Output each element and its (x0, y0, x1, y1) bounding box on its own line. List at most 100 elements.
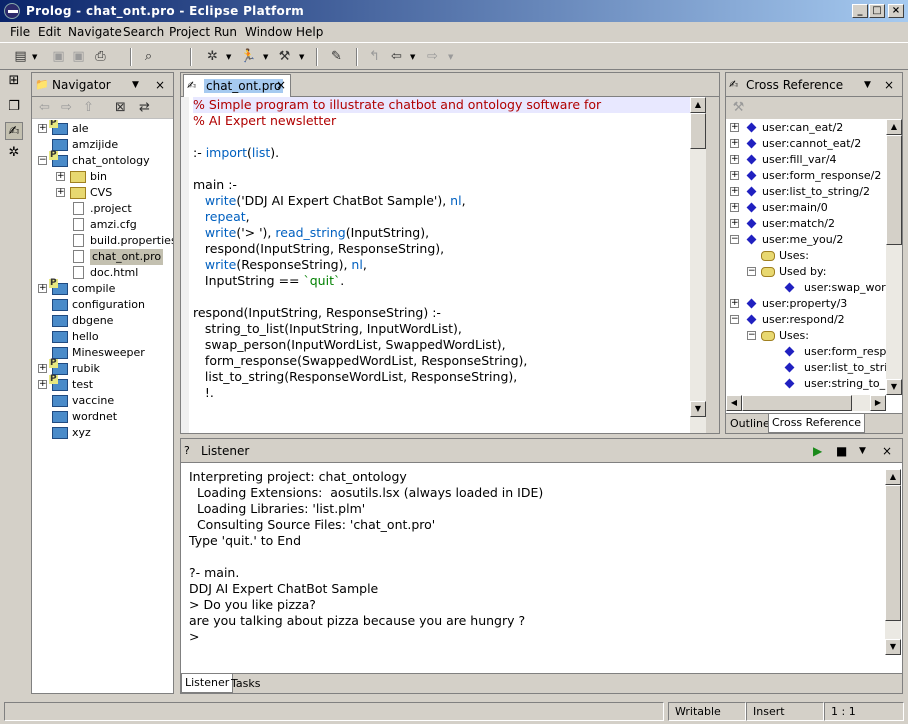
editor-vscrollbar[interactable]: ▲ ▼ (690, 97, 706, 433)
crossref-scroll-right[interactable]: ▶ (870, 395, 886, 411)
close-editor-icon[interactable]: × (276, 78, 286, 92)
listener-menu-icon[interactable]: ▼ (859, 446, 866, 456)
nav-back-icon[interactable]: ⇦ (36, 99, 53, 116)
minimize-button[interactable]: _ (852, 4, 868, 18)
menu-search[interactable]: Search (123, 25, 164, 39)
navigator-item[interactable]: + compile (32, 279, 173, 297)
menu-window[interactable]: Window (245, 25, 292, 39)
crossref-item[interactable]: + user:can_eat/2 (726, 120, 886, 136)
navigator-item[interactable]: + bin (32, 169, 173, 185)
collapse-all-icon[interactable]: ⊠ (112, 99, 129, 116)
crossref-item[interactable]: − Uses: (726, 328, 886, 344)
back-dropdown-icon[interactable]: ▼ (410, 53, 415, 61)
expand-icon[interactable]: + (38, 124, 47, 133)
brush-icon[interactable]: ✎ (328, 48, 345, 65)
navigator-item[interactable]: build.properties (32, 233, 173, 249)
crossref-item[interactable]: − Used by: (726, 264, 886, 280)
search-icon[interactable]: ⌕ (140, 48, 157, 65)
crossref-item[interactable]: user:swap_word/ (726, 280, 896, 296)
listener-console[interactable]: Interpreting project: chat_ontology Load… (189, 469, 543, 645)
expand-icon[interactable]: + (730, 299, 739, 308)
crossref-item[interactable]: user:string_to_list (726, 376, 901, 392)
listener-close-icon[interactable]: × (882, 444, 892, 458)
resource-perspective-icon[interactable]: ❐ (5, 98, 23, 116)
navigator-item[interactable]: − chat_ontology (32, 151, 173, 169)
navigator-item[interactable]: hello (32, 329, 173, 345)
close-window-button[interactable]: × (888, 4, 904, 18)
menu-help[interactable]: Help (296, 25, 323, 39)
expand-icon[interactable]: + (38, 380, 47, 389)
crossref-item[interactable]: + user:fill_var/4 (726, 152, 886, 168)
new-dropdown-icon[interactable]: ▼ (32, 53, 37, 61)
navigator-item[interactable]: .project (32, 201, 173, 217)
tab-cross-reference[interactable]: Cross Reference (768, 414, 866, 433)
menu-run[interactable]: Run (214, 25, 237, 39)
run-dropdown-icon[interactable]: ▼ (263, 53, 268, 61)
editor-content[interactable]: % Simple program to illustrate chatbot a… (181, 97, 719, 433)
crossref-vscrollbar[interactable]: ▲ ▼ (886, 119, 902, 395)
collapse-icon[interactable]: − (730, 235, 739, 244)
crossref-item[interactable]: Uses: (726, 248, 886, 264)
save-all-icon[interactable]: ▣ (70, 48, 87, 65)
navigator-item[interactable]: dbgene (32, 313, 173, 329)
expand-icon[interactable]: + (730, 187, 739, 196)
scroll-up-button[interactable]: ▲ (690, 97, 706, 113)
external-tools-dropdown-icon[interactable]: ▼ (299, 53, 304, 61)
navigator-item[interactable]: amzi.cfg (32, 217, 173, 233)
collapse-icon[interactable]: − (38, 156, 47, 165)
tab-listener[interactable]: Listener (181, 674, 234, 693)
debug-perspective-icon[interactable]: ✲ (5, 144, 23, 162)
expand-icon[interactable]: + (730, 123, 739, 132)
run-listener-icon[interactable]: ▶ (813, 444, 822, 458)
navigator-item[interactable]: + ale (32, 120, 173, 137)
crossref-item[interactable]: + user:form_response/2 (726, 168, 886, 184)
expand-icon[interactable]: + (56, 172, 65, 181)
collapse-icon[interactable]: − (747, 267, 756, 276)
listener-scroll-thumb[interactable] (885, 485, 901, 621)
crossref-scroll-left[interactable]: ◀ (726, 395, 742, 411)
debug-dropdown-icon[interactable]: ▼ (226, 53, 231, 61)
menu-navigate[interactable]: Navigate (68, 25, 122, 39)
crossref-refresh-icon[interactable]: ⚒ (730, 99, 747, 116)
collapse-icon[interactable]: − (730, 315, 739, 324)
nav-forward-icon[interactable]: ⇨ (58, 99, 75, 116)
editor-tab[interactable]: ✍ chat_ont.pro × (183, 74, 291, 97)
navigator-item[interactable]: vaccine (32, 393, 173, 409)
tab-outline[interactable]: Outline (730, 417, 770, 430)
crossref-item[interactable]: − user:respond/2 (726, 312, 886, 328)
crossref-hscrollbar[interactable]: ◀ ▶ (726, 395, 886, 411)
menu-edit[interactable]: Edit (38, 25, 61, 39)
navigator-item[interactable]: + CVS (32, 185, 173, 201)
navigator-item[interactable]: configuration (32, 297, 173, 313)
crossref-item[interactable]: + user:list_to_string/2 (726, 184, 886, 200)
tab-tasks[interactable]: Tasks (231, 677, 260, 690)
menu-file[interactable]: File (10, 25, 30, 39)
link-editor-icon[interactable]: ⇄ (136, 99, 153, 116)
view-menu-icon[interactable]: ▼ (132, 80, 139, 90)
crossref-item[interactable]: + user:main/0 (726, 200, 886, 216)
editor-text[interactable]: % Simple program to illustrate chatbot a… (193, 97, 601, 401)
expand-icon[interactable]: + (730, 139, 739, 148)
crossref-item[interactable]: + user:match/2 (726, 216, 886, 232)
print-icon[interactable]: ⎙ (92, 48, 109, 65)
menu-project[interactable]: Project (169, 25, 210, 39)
stop-listener-icon[interactable]: ■ (836, 444, 847, 458)
new-icon[interactable]: ▤ (12, 48, 29, 65)
crossref-close-icon[interactable]: × (884, 78, 894, 92)
expand-icon[interactable]: + (730, 171, 739, 180)
crossref-scroll-up[interactable]: ▲ (886, 119, 902, 135)
run-icon[interactable]: 🏃 (240, 48, 257, 65)
forward-dropdown-icon[interactable]: ▼ (448, 53, 453, 61)
navigator-item[interactable]: wordnet (32, 409, 173, 425)
crossref-item[interactable]: + user:cannot_eat/2 (726, 136, 886, 152)
maximize-button[interactable]: □ (869, 4, 885, 18)
nav-up-icon[interactable]: ⇧ (80, 99, 97, 116)
crossref-scroll-down[interactable]: ▼ (886, 379, 902, 395)
debug-icon[interactable]: ✲ (204, 48, 221, 65)
crossref-hscroll-thumb[interactable] (742, 395, 852, 411)
listener-scroll-up[interactable]: ▲ (885, 469, 901, 485)
last-edit-icon[interactable]: ↰ (366, 48, 383, 65)
collapse-icon[interactable]: − (747, 331, 756, 340)
crossref-menu-icon[interactable]: ▼ (864, 80, 871, 90)
crossref-item[interactable]: − user:me_you/2 (726, 232, 886, 248)
